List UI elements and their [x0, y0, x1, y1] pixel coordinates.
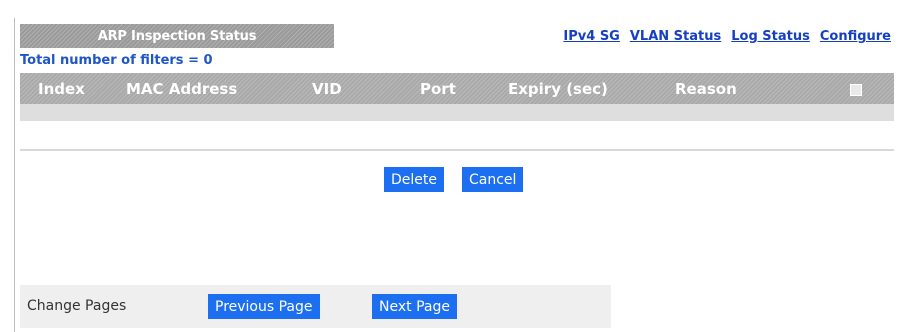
table-row-empty [20, 104, 894, 121]
column-header-vid: VID [312, 80, 342, 98]
column-header-port: Port [420, 80, 456, 98]
pager: Change Pages Previous Page Next Page [20, 285, 611, 328]
nav-link-vlan-status[interactable]: VLAN Status [630, 29, 721, 44]
page-title: ARP Inspection Status [20, 24, 334, 48]
column-header-mac-address: MAC Address [126, 80, 238, 98]
table-header: Index MAC Address VID Port Expiry (sec) … [20, 73, 894, 104]
column-header-index: Index [38, 80, 85, 98]
column-header-expiry: Expiry (sec) [508, 80, 608, 98]
cancel-button[interactable]: Cancel [462, 167, 524, 192]
top-nav: IPv4 SG VLAN Status Log Status Configure [563, 29, 891, 44]
select-all-checkbox[interactable] [850, 84, 862, 96]
column-header-reason: Reason [675, 80, 737, 98]
cropped-caption [0, 0, 911, 12]
divider [20, 149, 894, 151]
delete-button[interactable]: Delete [384, 167, 444, 192]
change-pages-label: Change Pages [27, 298, 127, 314]
total-filters-count: Total number of filters = 0 [20, 53, 213, 68]
nav-link-configure[interactable]: Configure [820, 29, 891, 44]
previous-page-button[interactable]: Previous Page [208, 294, 320, 319]
nav-link-ipv4-sg[interactable]: IPv4 SG [563, 29, 619, 44]
next-page-button[interactable]: Next Page [372, 294, 457, 319]
nav-link-log-status[interactable]: Log Status [731, 29, 810, 44]
